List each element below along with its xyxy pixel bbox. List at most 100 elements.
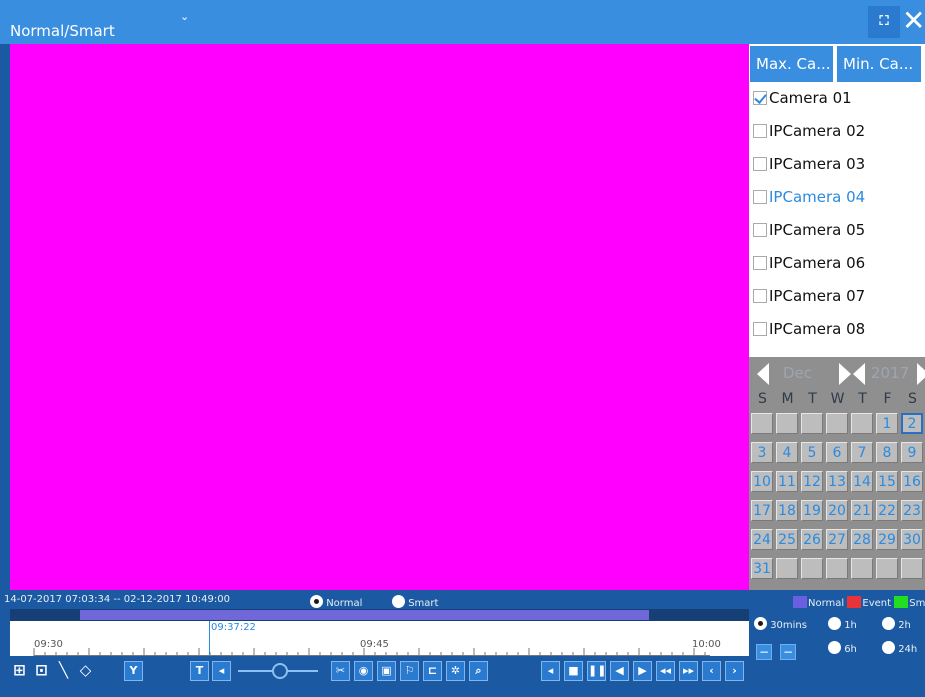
lock-file-icon[interactable]: ▣: [377, 661, 396, 681]
calendar-day[interactable]: 26: [801, 529, 823, 550]
polygon-draw-icon[interactable]: ◇: [76, 661, 95, 681]
camera-checkbox[interactable]: [753, 190, 767, 204]
previous-day-icon[interactable]: ‹: [702, 661, 721, 681]
reverse-play-icon[interactable]: ◂: [541, 661, 560, 681]
min-camera-button[interactable]: Min. Ca...: [837, 46, 921, 82]
mode-select[interactable]: Normal/Smart ⌄: [4, 0, 194, 44]
calendar-day[interactable]: 24: [751, 529, 773, 550]
grid-layout-icon[interactable]: ⊞: [10, 661, 29, 681]
calendar-day[interactable]: 9: [901, 442, 923, 463]
camera-item[interactable]: IPCamera 07: [753, 280, 925, 312]
calendar-day[interactable]: 20: [826, 500, 848, 521]
calendar-day[interactable]: 7: [851, 442, 873, 463]
calendar-day[interactable]: 30: [901, 529, 923, 550]
calendar-day[interactable]: 23: [901, 500, 923, 521]
calendar-day[interactable]: 3: [751, 442, 773, 463]
scale-option[interactable]: 2h: [882, 617, 911, 631]
calendar-day[interactable]: [801, 413, 823, 434]
timeline-ruler[interactable]: 09:30 09:45 10:00 09:37:22: [10, 621, 749, 656]
tag-icon[interactable]: ⚐: [400, 661, 419, 681]
smart-mode-radio[interactable]: Smart: [392, 595, 438, 609]
calendar-day[interactable]: [826, 413, 848, 434]
calendar-day[interactable]: 27: [826, 529, 848, 550]
scale-option[interactable]: 30mins: [754, 617, 807, 631]
radio-smart[interactable]: [392, 595, 405, 608]
close-icon[interactable]: ✕: [902, 2, 925, 40]
calendar-day[interactable]: 29: [876, 529, 898, 550]
volume-slider-knob[interactable]: [272, 663, 288, 679]
volume-icon[interactable]: ◂: [212, 661, 231, 681]
camera-checkbox[interactable]: [753, 256, 767, 270]
zoom-out-button[interactable]: −: [780, 644, 796, 660]
radio-normal[interactable]: [310, 595, 323, 608]
calendar-day[interactable]: 15: [876, 471, 898, 492]
zoom-in-button[interactable]: −: [756, 644, 772, 660]
calendar-day[interactable]: 14: [851, 471, 873, 492]
camera-checkbox[interactable]: [753, 124, 767, 138]
back-30s-icon[interactable]: ◀: [610, 661, 629, 681]
stop-icon[interactable]: ■: [564, 661, 583, 681]
camera-item[interactable]: IPCamera 03: [753, 148, 925, 180]
previous-month-icon[interactable]: [757, 363, 769, 385]
calendar-day[interactable]: 16: [901, 471, 923, 492]
snapshot-icon[interactable]: ◉: [354, 661, 373, 681]
calendar-day[interactable]: 21: [851, 500, 873, 521]
calendar-day[interactable]: 18: [776, 500, 798, 521]
calendar-day[interactable]: 12: [801, 471, 823, 492]
clip-icon[interactable]: ✂: [331, 661, 350, 681]
line-draw-icon[interactable]: ╲: [54, 661, 73, 681]
scale-radio[interactable]: [882, 617, 895, 630]
expand-icon[interactable]: ⛶: [868, 6, 900, 38]
forward-30s-icon[interactable]: ▶: [633, 661, 652, 681]
calendar-day[interactable]: 4: [776, 442, 798, 463]
scale-option[interactable]: 6h: [828, 641, 857, 655]
previous-year-icon[interactable]: [853, 363, 865, 385]
next-year-icon[interactable]: [917, 363, 925, 385]
camera-checkbox[interactable]: [753, 322, 767, 336]
scale-radio[interactable]: [828, 617, 841, 630]
pause-icon[interactable]: ❚❚: [587, 661, 606, 681]
camera-checkbox[interactable]: [753, 223, 767, 237]
area-select-icon[interactable]: ⊡: [32, 661, 51, 681]
calendar-day[interactable]: 10: [751, 471, 773, 492]
calendar-day[interactable]: 2: [901, 413, 923, 434]
calendar-day[interactable]: 1: [876, 413, 898, 434]
calendar-day[interactable]: [826, 558, 848, 579]
text-overlay-icon[interactable]: T: [190, 661, 209, 681]
camera-checkbox[interactable]: [753, 157, 767, 171]
custom-tag-icon[interactable]: ⊏: [423, 661, 442, 681]
scale-radio[interactable]: [882, 641, 895, 654]
slow-icon[interactable]: ◂◂: [656, 661, 675, 681]
scale-option[interactable]: 24h: [882, 641, 917, 655]
calendar-day[interactable]: 11: [776, 471, 798, 492]
calendar-day[interactable]: [776, 558, 798, 579]
camera-item[interactable]: IPCamera 05: [753, 214, 925, 246]
calendar-day[interactable]: 8: [876, 442, 898, 463]
calendar-day[interactable]: [801, 558, 823, 579]
camera-item[interactable]: IPCamera 06: [753, 247, 925, 279]
scale-radio[interactable]: [754, 617, 767, 630]
next-day-icon[interactable]: ›: [725, 661, 744, 681]
camera-item[interactable]: IPCamera 08: [753, 313, 925, 345]
camera-item[interactable]: IPCamera 04: [753, 181, 925, 213]
normal-mode-radio[interactable]: Normal: [310, 595, 362, 609]
calendar-day[interactable]: 13: [826, 471, 848, 492]
calendar-day[interactable]: [851, 413, 873, 434]
filter-icon[interactable]: Y: [124, 661, 143, 681]
next-month-icon[interactable]: [839, 363, 851, 385]
calendar-day[interactable]: [901, 558, 923, 579]
settings-icon[interactable]: ✲: [446, 661, 465, 681]
camera-item[interactable]: IPCamera 02: [753, 115, 925, 147]
calendar-day[interactable]: [876, 558, 898, 579]
calendar-day[interactable]: 5: [801, 442, 823, 463]
scale-option[interactable]: 1h: [828, 617, 857, 631]
calendar-day[interactable]: [851, 558, 873, 579]
scale-radio[interactable]: [828, 641, 841, 654]
max-camera-button[interactable]: Max. Ca...: [750, 46, 833, 82]
video-view[interactable]: [10, 44, 749, 590]
record-segment[interactable]: [80, 610, 649, 620]
calendar-day[interactable]: 25: [776, 529, 798, 550]
calendar-day[interactable]: 28: [851, 529, 873, 550]
timeline-cursor[interactable]: [209, 621, 210, 656]
calendar-day[interactable]: 31: [751, 558, 773, 579]
